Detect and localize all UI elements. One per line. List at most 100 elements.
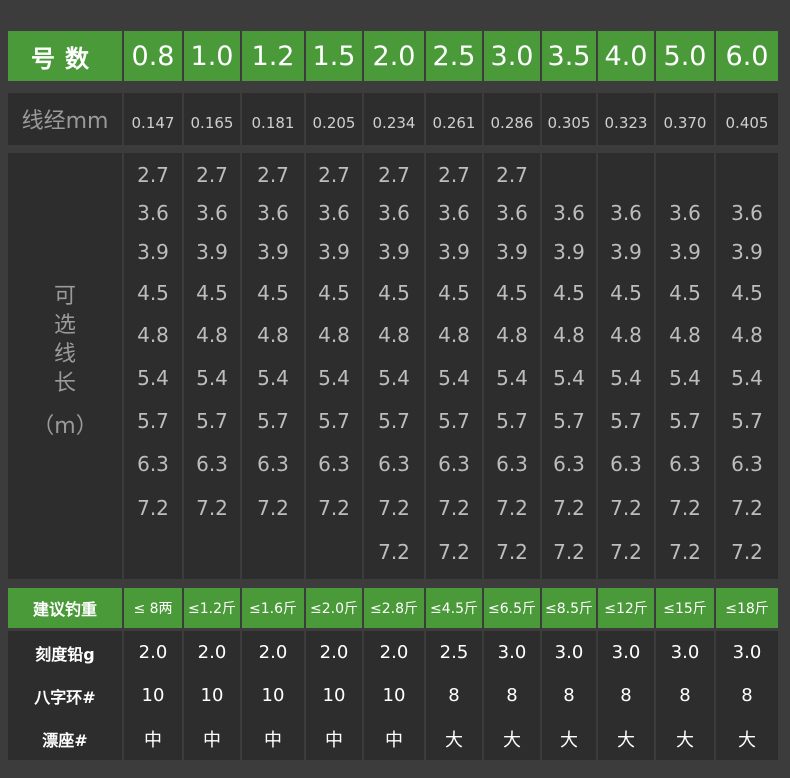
float-seat-cell: 中: [304, 717, 362, 760]
length-label-char: 长: [53, 370, 76, 396]
ring-label: 八字环#: [8, 674, 122, 717]
size-header-cell: 4.0: [596, 31, 654, 81]
length-value: 4.5: [553, 281, 585, 305]
lead-cell: 2.0: [240, 631, 304, 674]
lead-row: 刻度铅g 2.0 2.0 2.0 2.0 2.0 2.5 3.0 3.0 3.0…: [8, 631, 778, 674]
float-seat-cell: 中: [362, 717, 424, 760]
length-value: 4.5: [438, 281, 470, 305]
length-value: 2.7: [496, 163, 528, 187]
length-column: 2.7 3.6 3.9 4.5 4.8 5.4 5.7 6.3 7.2: [182, 153, 240, 579]
length-value: 7.2: [496, 496, 528, 520]
length-column: 3.6 3.9 4.5 4.8 5.4 5.7 6.3 7.2 7.2: [540, 153, 596, 579]
length-value: 6.3: [318, 452, 350, 476]
length-value: 6.3: [669, 452, 701, 476]
length-value: 4.5: [196, 281, 228, 305]
length-label-char: 可: [53, 283, 76, 309]
size-header-cell: 1.2: [240, 31, 304, 81]
length-column: 2.7 3.6 3.9 4.5 4.8 5.4 5.7 6.3 7.2 7.2: [362, 153, 424, 579]
length-value: 2.7: [438, 163, 470, 187]
length-value: 4.8: [669, 323, 701, 347]
length-label: 可 选 线 长 （m）: [8, 153, 122, 579]
ring-cell: 8: [654, 674, 714, 717]
length-value: 3.6: [669, 201, 701, 225]
spec-table: 号数 0.8 1.0 1.2 1.5 2.0 2.5 3.0 3.5 4.0 5…: [8, 31, 778, 760]
rod-weight-cell: ≤18斤: [714, 588, 778, 628]
size-header-cell: 6.0: [714, 31, 778, 81]
size-header-cell: 0.8: [122, 31, 182, 81]
length-column: 2.7 3.6 3.9 4.5 4.8 5.4 5.7 6.3 7.2: [240, 153, 304, 579]
length-value: 3.9: [553, 240, 585, 264]
ring-cell: 8: [596, 674, 654, 717]
length-value: 3.9: [137, 240, 169, 264]
lead-cell: 3.0: [540, 631, 596, 674]
length-value: 2.7: [257, 163, 289, 187]
size-header-cell: 2.5: [424, 31, 482, 81]
float-seat-cell: 中: [122, 717, 182, 760]
length-value: 5.4: [610, 366, 642, 390]
length-value: 7.2: [553, 496, 585, 520]
length-value: 3.6: [610, 201, 642, 225]
float-seat-cell: 大: [424, 717, 482, 760]
length-value: 7.2: [496, 540, 528, 564]
length-value: 7.2: [731, 540, 763, 564]
rod-weight-cell: ≤2.0斤: [304, 588, 362, 628]
length-block: 可 选 线 长 （m） 2.7 3.6 3.9 4.5 4.8 5.4 5.7 6.3 7.2 …: [8, 153, 778, 579]
rod-weight-cell: ≤6.5斤: [482, 588, 540, 628]
lead-cell: 2.0: [182, 631, 240, 674]
diameter-cell: 0.147: [122, 93, 182, 145]
length-label-char: 线: [53, 341, 76, 367]
length-value: 5.4: [196, 366, 228, 390]
rod-weight-row: 建议钓重 ≤ 8两 ≤1.2斤 ≤1.6斤 ≤2.0斤 ≤2.8斤 ≤4.5斤 …: [8, 588, 778, 628]
length-value: 3.9: [438, 240, 470, 264]
float-seat-label: 漂座#: [8, 717, 122, 760]
length-value: 7.2: [553, 540, 585, 564]
length-value: 7.2: [610, 540, 642, 564]
length-column: 3.6 3.9 4.5 4.8 5.4 5.7 6.3 7.2 7.2: [654, 153, 714, 579]
diameter-cell: 0.205: [304, 93, 362, 145]
length-value: 2.7: [196, 163, 228, 187]
length-value: 5.4: [438, 366, 470, 390]
ring-cell: 8: [424, 674, 482, 717]
length-value: 5.7: [438, 409, 470, 433]
lead-cell: 3.0: [482, 631, 540, 674]
length-value: 4.5: [318, 281, 350, 305]
length-value: 2.7: [137, 163, 169, 187]
size-header-cell: 5.0: [654, 31, 714, 81]
diameter-cell: 0.370: [654, 93, 714, 145]
length-value: 4.8: [137, 323, 169, 347]
size-header-cell: 3.0: [482, 31, 540, 81]
rod-weight-cell: ≤ 8两: [122, 588, 182, 628]
length-value: 7.2: [378, 540, 410, 564]
length-value: 2.7: [318, 163, 350, 187]
lead-cell: 2.0: [362, 631, 424, 674]
length-value: 7.2: [731, 496, 763, 520]
length-value: 6.3: [496, 452, 528, 476]
rod-weight-cell: ≤15斤: [654, 588, 714, 628]
length-value: 5.4: [731, 366, 763, 390]
length-value: 5.4: [378, 366, 410, 390]
length-value: 3.9: [196, 240, 228, 264]
length-value: 7.2: [257, 496, 289, 520]
length-value: 5.4: [257, 366, 289, 390]
length-value: 4.5: [378, 281, 410, 305]
lead-cell: 3.0: [596, 631, 654, 674]
length-value: 5.7: [196, 409, 228, 433]
float-seat-cell: 大: [540, 717, 596, 760]
ring-cell: 8: [540, 674, 596, 717]
ring-cell: 10: [304, 674, 362, 717]
length-value: 3.9: [731, 240, 763, 264]
ring-cell: 10: [182, 674, 240, 717]
length-value: 4.8: [438, 323, 470, 347]
length-value: 4.5: [496, 281, 528, 305]
ring-cell: 10: [122, 674, 182, 717]
length-column: 2.7 3.6 3.9 4.5 4.8 5.4 5.7 6.3 7.2 7.2: [424, 153, 482, 579]
rod-weight-label: 建议钓重: [8, 588, 122, 628]
length-value: 6.3: [137, 452, 169, 476]
length-value: 7.2: [610, 496, 642, 520]
length-value: 4.8: [610, 323, 642, 347]
length-column: 2.7 3.6 3.9 4.5 4.8 5.4 5.7 6.3 7.2: [304, 153, 362, 579]
rod-weight-cell: ≤1.6斤: [240, 588, 304, 628]
size-header-cell: 3.5: [540, 31, 596, 81]
diameter-cell: 0.165: [182, 93, 240, 145]
size-header-cell: 2.0: [362, 31, 424, 81]
